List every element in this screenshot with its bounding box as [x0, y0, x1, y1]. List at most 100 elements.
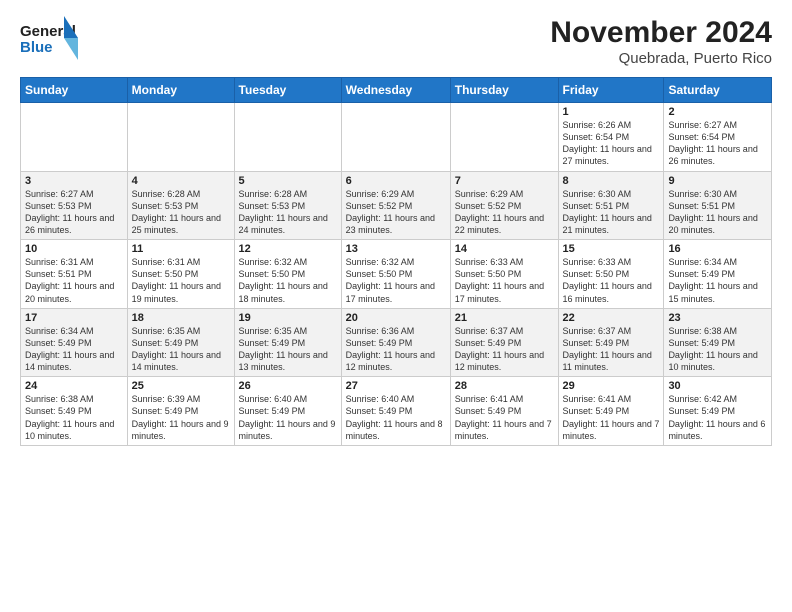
day-number: 12 [239, 243, 337, 255]
header-row: SundayMondayTuesdayWednesdayThursdayFrid… [21, 78, 772, 103]
day-info: Sunrise: 6:37 AM Sunset: 5:49 PM Dayligh… [563, 325, 660, 374]
day-info: Sunrise: 6:33 AM Sunset: 5:50 PM Dayligh… [563, 256, 660, 305]
calendar-cell: 27Sunrise: 6:40 AM Sunset: 5:49 PM Dayli… [341, 377, 450, 446]
day-info: Sunrise: 6:31 AM Sunset: 5:50 PM Dayligh… [132, 256, 230, 305]
day-number: 11 [132, 243, 230, 255]
day-number: 30 [668, 380, 767, 392]
calendar-cell: 10Sunrise: 6:31 AM Sunset: 5:51 PM Dayli… [21, 240, 128, 309]
day-number: 10 [25, 243, 123, 255]
day-number: 4 [132, 175, 230, 187]
day-info: Sunrise: 6:28 AM Sunset: 5:53 PM Dayligh… [239, 188, 337, 237]
day-number: 26 [239, 380, 337, 392]
calendar-cell: 9Sunrise: 6:30 AM Sunset: 5:51 PM Daylig… [664, 171, 772, 240]
day-number: 21 [455, 312, 554, 324]
calendar-cell: 13Sunrise: 6:32 AM Sunset: 5:50 PM Dayli… [341, 240, 450, 309]
calendar-cell: 2Sunrise: 6:27 AM Sunset: 6:54 PM Daylig… [664, 103, 772, 172]
day-info: Sunrise: 6:27 AM Sunset: 6:54 PM Dayligh… [668, 119, 767, 168]
day-info: Sunrise: 6:40 AM Sunset: 5:49 PM Dayligh… [239, 393, 337, 442]
calendar-cell: 30Sunrise: 6:42 AM Sunset: 5:49 PM Dayli… [664, 377, 772, 446]
calendar-cell: 11Sunrise: 6:31 AM Sunset: 5:50 PM Dayli… [127, 240, 234, 309]
day-number: 19 [239, 312, 337, 324]
day-info: Sunrise: 6:32 AM Sunset: 5:50 PM Dayligh… [239, 256, 337, 305]
day-number: 25 [132, 380, 230, 392]
day-info: Sunrise: 6:34 AM Sunset: 5:49 PM Dayligh… [668, 256, 767, 305]
day-number: 24 [25, 380, 123, 392]
calendar-cell [21, 103, 128, 172]
day-number: 20 [346, 312, 446, 324]
calendar-cell: 26Sunrise: 6:40 AM Sunset: 5:49 PM Dayli… [234, 377, 341, 446]
day-header-thursday: Thursday [450, 78, 558, 103]
day-info: Sunrise: 6:40 AM Sunset: 5:49 PM Dayligh… [346, 393, 446, 442]
calendar-cell: 15Sunrise: 6:33 AM Sunset: 5:50 PM Dayli… [558, 240, 664, 309]
day-info: Sunrise: 6:31 AM Sunset: 5:51 PM Dayligh… [25, 256, 123, 305]
day-info: Sunrise: 6:30 AM Sunset: 5:51 PM Dayligh… [668, 188, 767, 237]
day-info: Sunrise: 6:39 AM Sunset: 5:49 PM Dayligh… [132, 393, 230, 442]
day-number: 8 [563, 175, 660, 187]
calendar-cell: 4Sunrise: 6:28 AM Sunset: 5:53 PM Daylig… [127, 171, 234, 240]
calendar: SundayMondayTuesdayWednesdayThursdayFrid… [20, 77, 772, 446]
day-info: Sunrise: 6:26 AM Sunset: 6:54 PM Dayligh… [563, 119, 660, 168]
calendar-cell: 1Sunrise: 6:26 AM Sunset: 6:54 PM Daylig… [558, 103, 664, 172]
calendar-cell: 21Sunrise: 6:37 AM Sunset: 5:49 PM Dayli… [450, 308, 558, 377]
calendar-cell: 20Sunrise: 6:36 AM Sunset: 5:49 PM Dayli… [341, 308, 450, 377]
day-number: 27 [346, 380, 446, 392]
calendar-week-2: 3Sunrise: 6:27 AM Sunset: 5:53 PM Daylig… [21, 171, 772, 240]
calendar-cell: 22Sunrise: 6:37 AM Sunset: 5:49 PM Dayli… [558, 308, 664, 377]
calendar-cell: 19Sunrise: 6:35 AM Sunset: 5:49 PM Dayli… [234, 308, 341, 377]
day-info: Sunrise: 6:37 AM Sunset: 5:49 PM Dayligh… [455, 325, 554, 374]
calendar-cell: 5Sunrise: 6:28 AM Sunset: 5:53 PM Daylig… [234, 171, 341, 240]
day-number: 7 [455, 175, 554, 187]
day-info: Sunrise: 6:34 AM Sunset: 5:49 PM Dayligh… [25, 325, 123, 374]
day-info: Sunrise: 6:41 AM Sunset: 5:49 PM Dayligh… [563, 393, 660, 442]
calendar-cell: 16Sunrise: 6:34 AM Sunset: 5:49 PM Dayli… [664, 240, 772, 309]
calendar-cell: 25Sunrise: 6:39 AM Sunset: 5:49 PM Dayli… [127, 377, 234, 446]
day-info: Sunrise: 6:35 AM Sunset: 5:49 PM Dayligh… [239, 325, 337, 374]
calendar-cell: 6Sunrise: 6:29 AM Sunset: 5:52 PM Daylig… [341, 171, 450, 240]
day-info: Sunrise: 6:35 AM Sunset: 5:49 PM Dayligh… [132, 325, 230, 374]
day-info: Sunrise: 6:33 AM Sunset: 5:50 PM Dayligh… [455, 256, 554, 305]
calendar-cell: 29Sunrise: 6:41 AM Sunset: 5:49 PM Dayli… [558, 377, 664, 446]
day-number: 6 [346, 175, 446, 187]
day-number: 23 [668, 312, 767, 324]
day-info: Sunrise: 6:36 AM Sunset: 5:49 PM Dayligh… [346, 325, 446, 374]
day-number: 13 [346, 243, 446, 255]
day-info: Sunrise: 6:38 AM Sunset: 5:49 PM Dayligh… [25, 393, 123, 442]
svg-text:Blue: Blue [20, 39, 53, 56]
header: General Blue November 2024 Quebrada, Pue… [20, 16, 772, 67]
day-number: 14 [455, 243, 554, 255]
logo-icon: General Blue [20, 16, 78, 60]
title-block: November 2024 Quebrada, Puerto Rico [550, 16, 772, 67]
day-info: Sunrise: 6:30 AM Sunset: 5:51 PM Dayligh… [563, 188, 660, 237]
day-info: Sunrise: 6:29 AM Sunset: 5:52 PM Dayligh… [346, 188, 446, 237]
day-number: 18 [132, 312, 230, 324]
calendar-body: 1Sunrise: 6:26 AM Sunset: 6:54 PM Daylig… [21, 103, 772, 446]
day-number: 28 [455, 380, 554, 392]
day-number: 9 [668, 175, 767, 187]
calendar-cell [341, 103, 450, 172]
month-title: November 2024 [550, 16, 772, 50]
day-number: 15 [563, 243, 660, 255]
calendar-cell: 24Sunrise: 6:38 AM Sunset: 5:49 PM Dayli… [21, 377, 128, 446]
day-header-tuesday: Tuesday [234, 78, 341, 103]
calendar-week-5: 24Sunrise: 6:38 AM Sunset: 5:49 PM Dayli… [21, 377, 772, 446]
day-info: Sunrise: 6:29 AM Sunset: 5:52 PM Dayligh… [455, 188, 554, 237]
day-info: Sunrise: 6:38 AM Sunset: 5:49 PM Dayligh… [668, 325, 767, 374]
day-number: 1 [563, 106, 660, 118]
day-header-monday: Monday [127, 78, 234, 103]
day-number: 16 [668, 243, 767, 255]
logo: General Blue [20, 16, 78, 60]
calendar-week-4: 17Sunrise: 6:34 AM Sunset: 5:49 PM Dayli… [21, 308, 772, 377]
calendar-cell: 23Sunrise: 6:38 AM Sunset: 5:49 PM Dayli… [664, 308, 772, 377]
calendar-cell: 17Sunrise: 6:34 AM Sunset: 5:49 PM Dayli… [21, 308, 128, 377]
calendar-cell: 8Sunrise: 6:30 AM Sunset: 5:51 PM Daylig… [558, 171, 664, 240]
calendar-cell [450, 103, 558, 172]
day-header-sunday: Sunday [21, 78, 128, 103]
day-number: 17 [25, 312, 123, 324]
day-number: 2 [668, 106, 767, 118]
calendar-cell: 12Sunrise: 6:32 AM Sunset: 5:50 PM Dayli… [234, 240, 341, 309]
calendar-header: SundayMondayTuesdayWednesdayThursdayFrid… [21, 78, 772, 103]
day-number: 5 [239, 175, 337, 187]
calendar-cell: 3Sunrise: 6:27 AM Sunset: 5:53 PM Daylig… [21, 171, 128, 240]
calendar-cell [127, 103, 234, 172]
day-number: 22 [563, 312, 660, 324]
